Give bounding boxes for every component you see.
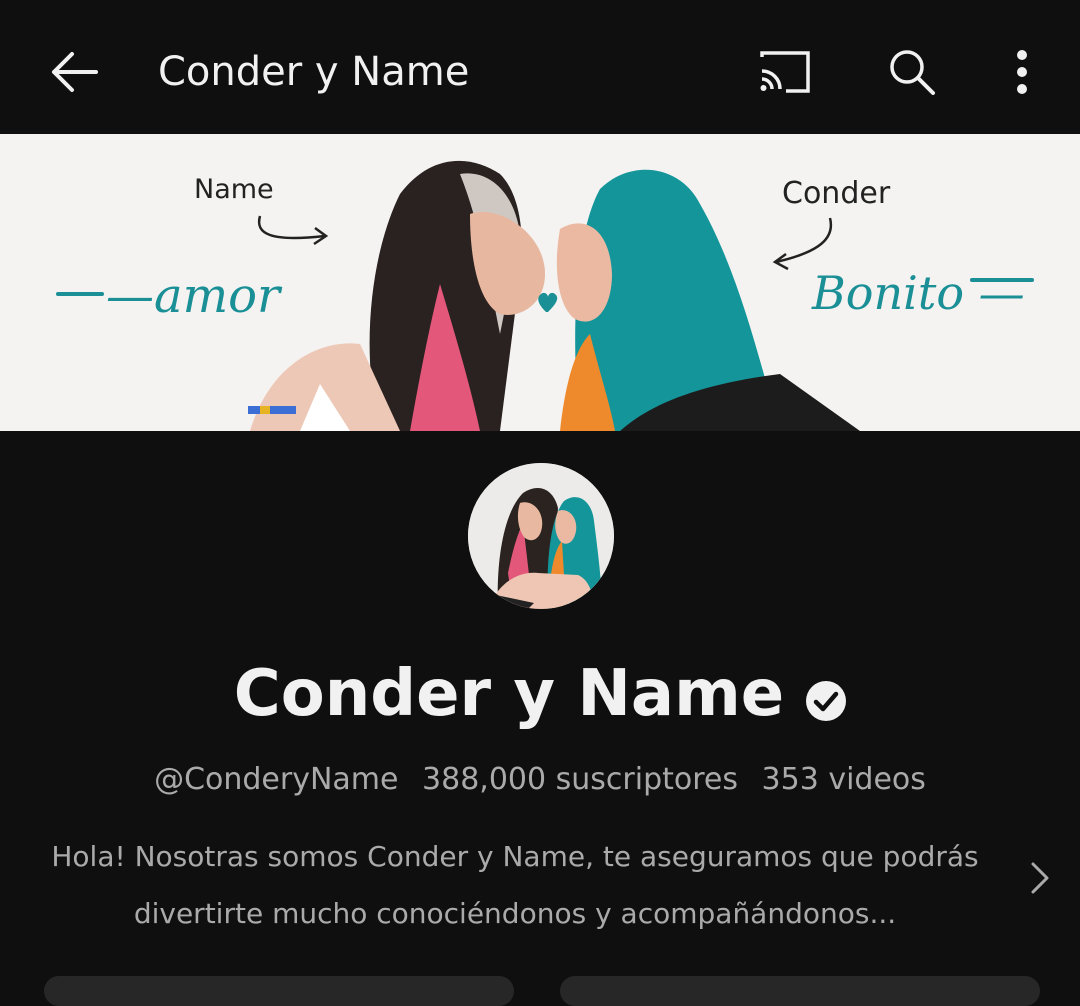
page-title: Conder y Name [158,49,470,95]
channel-description[interactable]: Hola! Nosotras somos Conder y Name, te a… [30,828,1000,938]
banner-note-conder: Conder [782,176,891,211]
action-pill[interactable] [560,976,1040,1006]
banner-note-name: Name [194,174,274,205]
chevron-right-icon [1031,862,1049,894]
cast-button[interactable] [752,40,816,104]
channel-handle: @ConderyName [154,762,399,797]
back-button[interactable] [44,44,104,100]
channel-avatar[interactable] [468,463,614,609]
back-arrow-icon [52,52,98,92]
description-expand-button[interactable] [1020,856,1060,900]
channel-banner: Name Conder —amor Bonito — [0,134,1080,431]
avatar-photo [468,463,614,609]
more-options-button[interactable] [990,40,1054,104]
channel-meta: @ConderyName 388,000 suscriptores 353 vi… [0,755,1080,805]
video-count: 353 videos [761,762,926,797]
search-icon [890,50,935,95]
channel-name-row: Conder y Name [0,650,1080,738]
channel-name: Conder y Name [233,657,785,731]
subscriber-count: 388,000 suscriptores [422,762,738,797]
verified-badge-icon [806,681,847,721]
top-app-bar: Conder y Name [0,0,1080,134]
banner-word-amor: —amor [106,268,280,324]
action-buttons-row [0,976,1080,1006]
cast-icon [760,51,810,93]
search-button[interactable] [880,40,944,104]
action-pill[interactable] [44,976,514,1006]
more-vert-icon [1017,50,1027,94]
banner-word-bonito: Bonito — [812,266,1025,320]
